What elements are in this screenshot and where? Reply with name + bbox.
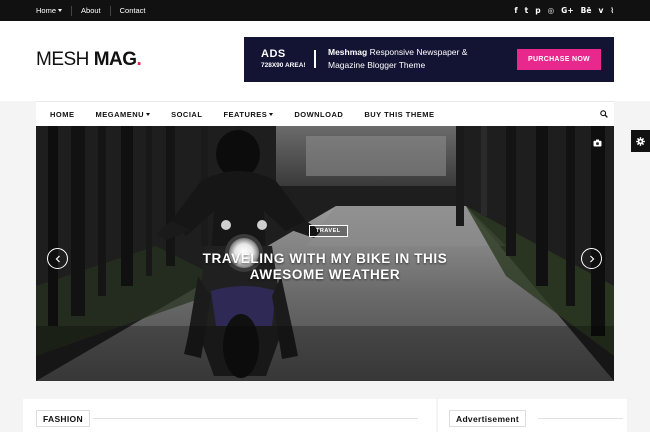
- nav-item-download[interactable]: DOWNLOAD: [294, 110, 343, 119]
- header-ad-banner[interactable]: ADS 728X90 AREA! Meshmag Responsive News…: [244, 37, 614, 82]
- slider-prev-button[interactable]: [47, 248, 68, 269]
- ad-description: Meshmag Responsive Newspaper & Magazine …: [328, 46, 488, 72]
- logo-part-1: MESH: [36, 49, 89, 70]
- camera-icon: [593, 139, 602, 147]
- twitter-icon[interactable]: t: [525, 6, 529, 15]
- nav-item-megamenu-label: MEGAMENU: [95, 110, 145, 119]
- top-nav-home-label: Home: [36, 5, 57, 15]
- chevron-down-icon: [269, 113, 274, 116]
- chevron-left-icon: [55, 255, 60, 262]
- advertisement-section: Advertisement: [438, 399, 627, 432]
- slide-headline[interactable]: TRAVELING WITH MY BIKE IN THIS AWESOME W…: [186, 251, 464, 283]
- section-title-advertisement: Advertisement: [449, 410, 526, 427]
- category-badge[interactable]: TRAVEL: [309, 225, 348, 237]
- logo-part-2: MAG: [93, 49, 137, 70]
- facebook-icon[interactable]: f: [514, 6, 517, 15]
- ad-line1-bold: Meshmag: [328, 47, 368, 57]
- nav-item-home[interactable]: HOME: [50, 110, 75, 119]
- nav-item-buy-this-theme[interactable]: BUY THIS THEME: [364, 110, 434, 119]
- ad-line1-rest: Responsive Newspaper &: [369, 47, 468, 57]
- google-plus-icon[interactable]: G+: [561, 6, 573, 15]
- behance-icon[interactable]: Bē: [581, 6, 592, 15]
- top-bar: Home About Contact f t p ◎ G+ Bē v ⌇: [0, 0, 650, 21]
- site-logo[interactable]: MESH MAG.: [36, 49, 142, 71]
- ad-divider: [314, 50, 316, 68]
- slider-next-button[interactable]: [581, 248, 602, 269]
- top-nav: Home About Contact: [36, 0, 154, 21]
- nav-item-features-label: FEATURES: [223, 110, 268, 119]
- site-header: MESH MAG. ADS 728X90 AREA! Meshmag Respo…: [0, 21, 650, 101]
- search-icon[interactable]: [600, 110, 608, 118]
- top-nav-about[interactable]: About: [72, 5, 111, 16]
- section-divider: [538, 418, 623, 419]
- section-divider: [93, 418, 418, 419]
- ad-title: ADS: [261, 48, 286, 60]
- chevron-down-icon: [58, 8, 63, 12]
- top-nav-home[interactable]: Home: [36, 5, 73, 16]
- section-title-fashion: FASHION: [36, 410, 90, 427]
- main-nav: HOME MEGAMENU SOCIAL FEATURES DOWNLOAD B…: [36, 101, 614, 126]
- chevron-right-icon: [589, 255, 594, 262]
- nav-item-features[interactable]: FEATURES: [223, 110, 274, 119]
- settings-toggle[interactable]: [631, 130, 650, 152]
- ad-line2-rest: Blogger Theme: [367, 60, 426, 70]
- pinterest-icon[interactable]: p: [535, 6, 540, 15]
- logo-dot: .: [136, 49, 142, 70]
- featured-slider[interactable]: TRAVEL TRAVELING WITH MY BIKE IN THIS AW…: [36, 126, 614, 381]
- main-nav-items: HOME MEGAMENU SOCIAL FEATURES DOWNLOAD B…: [50, 102, 456, 127]
- top-nav-contact[interactable]: Contact: [111, 6, 155, 16]
- ad-line2-bold: Magazine: [328, 60, 365, 70]
- gear-icon: [636, 136, 645, 146]
- nav-item-megamenu[interactable]: MEGAMENU: [96, 110, 151, 119]
- rss-icon[interactable]: ⌇: [610, 6, 614, 15]
- social-links: f t p ◎ G+ Bē v ⌇: [514, 0, 614, 21]
- instagram-icon[interactable]: ◎: [548, 6, 555, 15]
- nav-item-social[interactable]: SOCIAL: [171, 110, 202, 119]
- purchase-now-button[interactable]: PURCHASE NOW: [517, 49, 601, 70]
- vimeo-icon[interactable]: v: [598, 6, 603, 15]
- chevron-down-icon: [146, 113, 151, 116]
- ad-size: 728X90 AREA!: [261, 62, 306, 69]
- fashion-section: FASHION: [23, 399, 436, 432]
